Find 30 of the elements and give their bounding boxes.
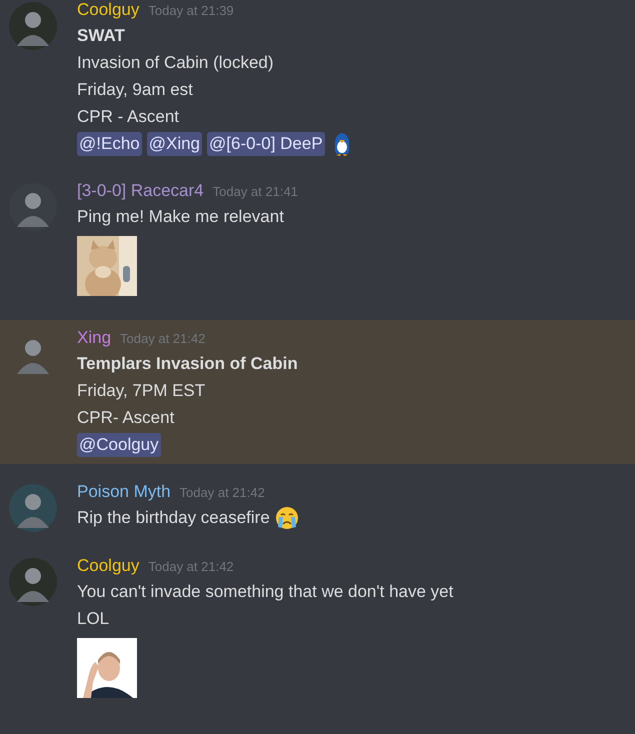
message-text: Friday, 9am est xyxy=(77,79,193,101)
username[interactable]: Coolguy xyxy=(77,0,140,20)
message-text: Invasion of Cabin (locked) xyxy=(77,52,274,74)
mention[interactable]: @[6-0-0] DeeP xyxy=(207,132,325,156)
mention[interactable]: @Xing xyxy=(146,132,202,156)
mention[interactable]: @!Echo xyxy=(77,132,142,156)
avatar[interactable] xyxy=(9,558,57,606)
message-title: SWAT xyxy=(77,25,125,47)
message-text: CPR- Ascent xyxy=(77,407,174,429)
message-text: Ping me! Make me relevant xyxy=(77,206,284,228)
avatar[interactable] xyxy=(9,183,57,231)
mention[interactable]: @Coolguy xyxy=(77,432,161,456)
timestamp: Today at 21:41 xyxy=(212,184,298,199)
timestamp: Today at 21:42 xyxy=(180,485,265,500)
timestamp: Today at 21:39 xyxy=(148,3,234,18)
message-text: You can't invade something that we don't have yet xyxy=(77,581,454,603)
message-text: LOL xyxy=(77,608,110,630)
username[interactable]: Xing xyxy=(77,328,112,348)
avatar[interactable] xyxy=(9,484,57,532)
avatar[interactable] xyxy=(9,2,57,50)
message-text: CPR - Ascent xyxy=(77,106,180,128)
message-text: Friday, 7PM EST xyxy=(77,380,206,402)
username[interactable]: Coolguy xyxy=(77,556,140,576)
timestamp: Today at 21:42 xyxy=(120,331,206,346)
username[interactable]: [3-0-0] Racecar4 xyxy=(77,181,204,201)
username[interactable]: Poison Myth xyxy=(77,482,171,502)
message-text: Rip the birthday ceasefire xyxy=(77,507,270,529)
crying-face-icon xyxy=(274,506,299,530)
timestamp: Today at 21:42 xyxy=(148,559,234,574)
message-title: Templars Invasion of Cabin xyxy=(77,353,298,375)
